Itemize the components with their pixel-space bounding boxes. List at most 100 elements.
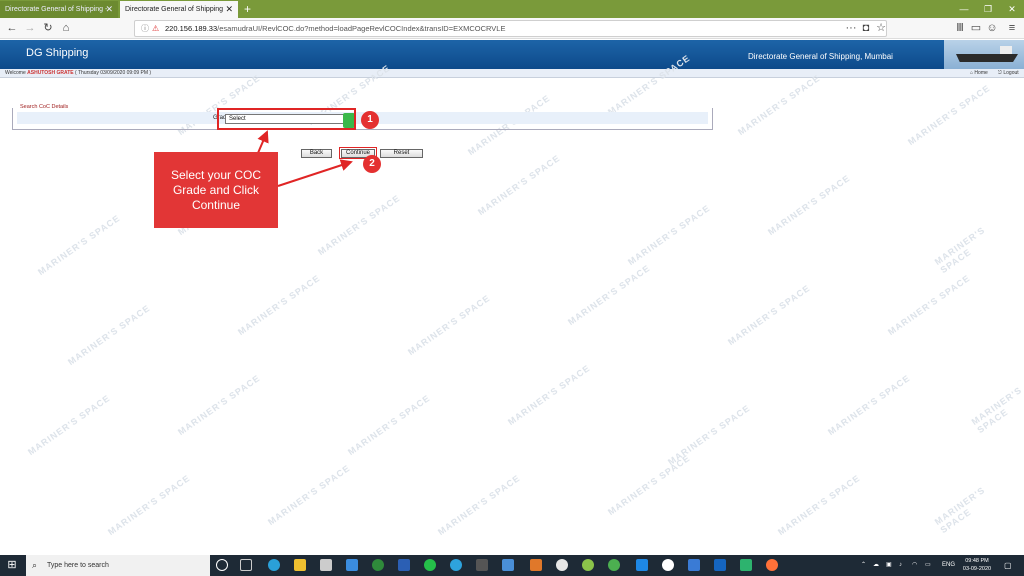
- highlight-box-grade: [217, 108, 356, 130]
- instruction-callout: Select your COC Grade and Click Continue: [154, 152, 278, 228]
- file-explorer-icon[interactable]: [294, 559, 306, 571]
- watermark-text: MARINER'S SPACE: [905, 82, 992, 148]
- address-bar[interactable]: ⓘ ⚠ 220.156.189.33/esamudraUI/RevlCOC.do…: [134, 20, 887, 37]
- watermark-text: MARINER'S SPACE: [315, 192, 402, 258]
- session-datetime: ( Thursday 03/09/2020 09:09 PM ): [75, 70, 152, 76]
- page-actions-icon[interactable]: ···: [843, 21, 859, 36]
- watermark-text: MARINER'S SPACE: [605, 452, 692, 518]
- cloud-app-icon[interactable]: [688, 559, 700, 571]
- watermark-text: MARINER'S SPACE: [105, 472, 192, 538]
- network-icon[interactable]: ▣: [886, 555, 892, 576]
- chrome-profile-icon[interactable]: [582, 559, 594, 571]
- notifications-icon[interactable]: ▢: [1004, 555, 1012, 576]
- watermark-text: MARINER'S SPACE: [175, 372, 262, 438]
- welcome-label: Welcome: [5, 70, 26, 76]
- arrow-to-continue: [277, 159, 353, 187]
- watermark-text: MARINER'S SPACE: [725, 282, 812, 348]
- watermark-text: MARINER'S SPACE: [932, 224, 987, 276]
- chrome-canary-icon[interactable]: [608, 559, 620, 571]
- browser-nav-bar: ← → ↻ ⌂ ⓘ ⚠ 220.156.189.33/esamudraUI/Re…: [0, 18, 1024, 39]
- back-arrow-icon[interactable]: ←: [4, 21, 20, 36]
- chrome-icon[interactable]: [556, 559, 568, 571]
- info-icon[interactable]: ⓘ: [141, 21, 149, 36]
- browser-tab-1[interactable]: Directorate General of Shipping - U... ✕: [0, 1, 118, 30]
- search-icon: ⌕: [32, 560, 38, 570]
- watermark-text: MARINER'S SPACE: [35, 212, 122, 278]
- wifi-icon[interactable]: ◠: [912, 555, 917, 576]
- close-tab-icon[interactable]: ✕: [225, 1, 233, 18]
- home-link[interactable]: ⌂ Home: [970, 69, 988, 78]
- store-icon[interactable]: [320, 559, 332, 571]
- watermark-text: MARINER'S SPACE: [765, 172, 852, 238]
- vscode-alt-icon[interactable]: [398, 559, 410, 571]
- step-badge-1: 1: [361, 111, 379, 129]
- watermark-text: MARINER'S SPACE: [405, 292, 492, 358]
- fieldset-legend: Search CoC Details: [18, 104, 71, 110]
- watermark-text: MARINER'S SPACE: [435, 472, 522, 538]
- close-tab-icon[interactable]: ✕: [105, 1, 113, 18]
- cortana-icon[interactable]: [216, 559, 228, 571]
- new-tab-button[interactable]: +: [244, 0, 251, 18]
- task-view-icon[interactable]: [240, 559, 252, 571]
- tab-2-label: Directorate General of Shipping: [125, 6, 224, 13]
- watermark-text: MARINER'S SPACE: [565, 262, 652, 328]
- office-icon[interactable]: [530, 559, 542, 571]
- network-app-icon[interactable]: [502, 559, 514, 571]
- upwork-icon[interactable]: [372, 559, 384, 571]
- step-badge-2: 2: [363, 155, 381, 173]
- watermark-text: MARINER'S SPACE: [775, 472, 862, 538]
- watermark-text: MARINER'S SPACE: [65, 302, 152, 368]
- taskbar-clock[interactable]: 09:48 PM 03-09-2020: [958, 557, 996, 573]
- watermark-text: MARINER'S SPACE: [25, 392, 112, 458]
- image-viewer-icon[interactable]: [740, 559, 752, 571]
- arrow-to-grade: [257, 130, 269, 154]
- account-icon[interactable]: ☺: [984, 21, 1000, 36]
- sidebar-icon[interactable]: ▭: [968, 21, 984, 36]
- site-header: DG Shipping Directorate General of Shipp…: [0, 40, 1024, 69]
- watermark-text: MARINER'S SPACE: [885, 272, 972, 338]
- forward-arrow-icon[interactable]: →: [22, 21, 38, 36]
- battery-icon[interactable]: ▭: [925, 555, 931, 576]
- taskbar-search[interactable]: ⌕ Type here to search: [26, 555, 210, 576]
- minimize-icon[interactable]: —: [952, 0, 976, 18]
- firefox-icon[interactable]: [766, 559, 778, 571]
- terminal-icon[interactable]: [714, 559, 726, 571]
- library-icon[interactable]: Ⅲ: [952, 21, 968, 36]
- watermark-text: MARINER'S SPACE: [825, 372, 912, 438]
- app-icon[interactable]: [476, 559, 488, 571]
- restore-icon[interactable]: ❐: [976, 0, 1000, 18]
- watermark-text: MARINER'S SPACE: [932, 484, 987, 536]
- user-name: ASHUTOSH GRATE: [27, 70, 74, 76]
- ship-banner-image: [944, 40, 1024, 69]
- home-icon[interactable]: ⌂: [58, 21, 74, 36]
- pocket-icon[interactable]: ◘: [858, 21, 874, 36]
- reload-icon[interactable]: ↻: [40, 21, 56, 36]
- onedrive-icon[interactable]: ☁: [873, 555, 879, 576]
- reset-button[interactable]: Reset: [380, 149, 423, 158]
- watermark-text: MARINER'S SPACE: [505, 362, 592, 428]
- whatsapp-icon[interactable]: [424, 559, 436, 571]
- close-window-icon[interactable]: ✕: [1000, 0, 1024, 18]
- url-host: 220.156.189.33: [165, 24, 218, 33]
- blocked-icon[interactable]: [662, 559, 674, 571]
- watermark-text: MARINER'S SPACE: [969, 384, 1024, 436]
- bookmark-star-icon[interactable]: ☆: [873, 21, 889, 36]
- edge-icon[interactable]: [268, 559, 280, 571]
- watermark-text: MARINER'S SPACE: [235, 272, 322, 338]
- menu-icon[interactable]: ≡: [1004, 21, 1020, 36]
- site-logo: DG Shipping: [26, 47, 89, 59]
- volume-icon[interactable]: ♪: [899, 555, 902, 576]
- logout-link[interactable]: ⎋ Logout: [998, 69, 1019, 78]
- mail-icon[interactable]: [346, 559, 358, 571]
- insecure-lock-icon[interactable]: ⚠: [152, 21, 159, 36]
- language-indicator[interactable]: ENG: [942, 555, 955, 576]
- back-button[interactable]: Back: [301, 149, 332, 158]
- telegram-icon[interactable]: [450, 559, 462, 571]
- watermark-text: MARINER'S SPACE: [625, 202, 712, 268]
- windows-taskbar: ⊞ ⌕ Type here to search ⌃ ☁ ▣ ♪ ◠ ▭ ENG …: [0, 555, 1024, 576]
- browser-tab-2[interactable]: Directorate General of Shipping ✕: [120, 1, 238, 18]
- welcome-bar: Welcome ASHUTOSH GRATE ( Thursday 03/09/…: [0, 69, 1024, 78]
- tray-expand-icon[interactable]: ⌃: [861, 555, 866, 576]
- vscode-icon[interactable]: [636, 559, 648, 571]
- windows-start-icon[interactable]: ⊞: [0, 555, 24, 576]
